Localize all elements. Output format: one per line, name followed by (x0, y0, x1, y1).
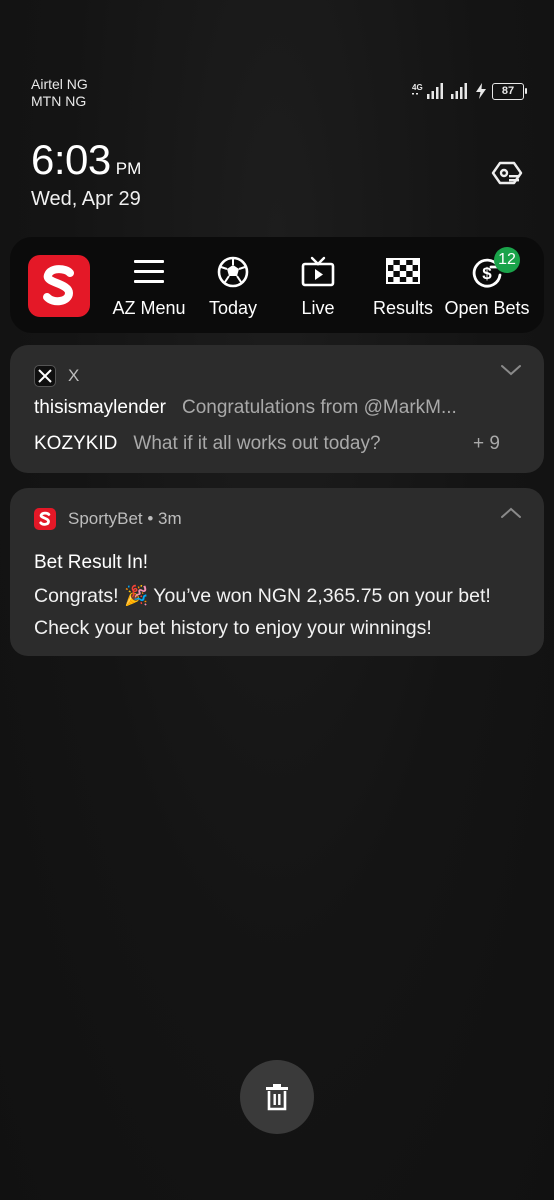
clear-all-button[interactable] (240, 1060, 314, 1134)
widget-live-label: Live (301, 298, 335, 318)
notification-shade: Airtel NG MTN NG 4G 87 6:03 PM Wed, Apr … (0, 0, 554, 1200)
menu-icon (132, 255, 166, 289)
expand-chevron-button[interactable] (500, 363, 522, 377)
widget-az-menu[interactable]: AZ Menu (104, 255, 194, 325)
widget-open-bets-label: Open Bets (444, 298, 530, 318)
clock-time: 6:03 (31, 136, 111, 183)
message-sender: KOZYKID (34, 433, 118, 454)
open-bets-badge: 12 (494, 247, 520, 273)
date[interactable]: Wed, Apr 29 (31, 188, 141, 211)
charging-icon (476, 83, 486, 99)
sportybet-app-meta: SportyBet • 3m (68, 509, 182, 528)
message-text: What if it all works out today? (133, 433, 381, 454)
notification-body: Congrats! 🎉 You’ve won NGN 2,365.75 on y… (34, 585, 491, 639)
signal-icon: 4G (412, 83, 443, 99)
x-app-name: X (68, 366, 80, 385)
clock[interactable]: 6:03 PM (31, 138, 141, 182)
more-messages-count: + 9 (473, 433, 500, 454)
svg-text:$: $ (482, 264, 492, 283)
x-app-header: X (34, 365, 79, 387)
sportybet-logo-icon (43, 265, 74, 306)
trash-icon (266, 1084, 288, 1111)
x-notification[interactable]: X thisismaylender Congratulations from @… (10, 345, 544, 473)
collapse-chevron-button[interactable] (500, 506, 522, 520)
settings-button[interactable] (490, 156, 524, 190)
carrier-names: Airtel NG MTN NG (31, 76, 88, 110)
svg-text:4G: 4G (412, 83, 423, 92)
sportybet-logo[interactable] (28, 255, 90, 317)
widget-results-label: Results (372, 298, 434, 318)
widget-today[interactable]: Today (188, 255, 278, 325)
carrier-2: MTN NG (31, 93, 87, 109)
message-row[interactable]: KOZYKID What if it all works out today? (34, 433, 381, 455)
widget-today-label: Today (208, 298, 258, 318)
message-sender: thisismaylender (34, 397, 166, 418)
notification-title: Bet Result In! (34, 552, 149, 573)
message-row[interactable]: thisismaylender Congratulations from @Ma… (34, 397, 457, 419)
sportybet-widget: AZ Menu Today Live Results $ 12 Open Bet… (10, 237, 544, 333)
tv-icon (301, 255, 335, 289)
sportybet-app-header: SportyBet • 3m (34, 508, 182, 530)
checkered-flag-icon (386, 255, 420, 289)
widget-open-bets[interactable]: $ 12 Open Bets (442, 247, 532, 325)
clock-ampm: PM (115, 159, 142, 178)
sportybet-app-icon (34, 508, 56, 530)
battery-icon: 87 (492, 82, 527, 100)
message-text: Congratulations from @MarkM... (182, 397, 457, 418)
x-logo-icon (34, 365, 56, 387)
settings-icon (491, 161, 523, 185)
signal-icon (451, 83, 467, 99)
chevron-down-icon (501, 365, 521, 376)
widget-az-menu-label: AZ Menu (112, 298, 186, 318)
soccer-ball-icon (216, 255, 250, 289)
widget-live[interactable]: Live (273, 255, 363, 325)
status-icons: 4G 87 (412, 82, 527, 100)
chevron-up-icon (501, 507, 521, 518)
carrier-1: Airtel NG (31, 76, 88, 92)
sportybet-notification[interactable]: SportyBet • 3m Bet Result In! Congrats! … (10, 488, 544, 656)
widget-results[interactable]: Results (358, 255, 448, 325)
